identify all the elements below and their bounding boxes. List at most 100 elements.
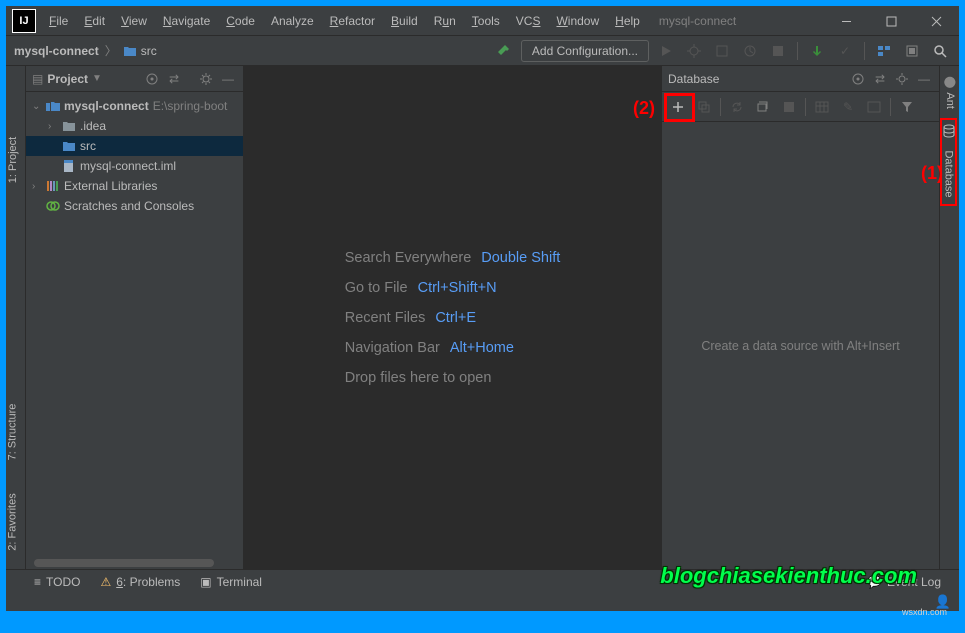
menu-tools[interactable]: Tools xyxy=(465,6,507,36)
tree-label: mysql-connect.iml xyxy=(80,159,176,173)
project-tool-window: ▤ Project ▼ ⇄ — ⌄ mysql-connect E:\sprin… xyxy=(26,66,244,569)
menu-build[interactable]: Build xyxy=(384,6,425,36)
menu-vcs[interactable]: VCS xyxy=(509,6,548,36)
menu-refactor[interactable]: Refactor xyxy=(323,6,382,36)
gear-icon[interactable] xyxy=(197,70,215,88)
right-tool-strip: ⬤ Ant Database xyxy=(939,66,959,569)
ide-window: IJ File Edit View Navigate Code Analyze … xyxy=(6,6,959,611)
status-problems[interactable]: ⚠6: Problems xyxy=(90,575,190,589)
hide-icon[interactable]: — xyxy=(915,70,933,88)
folder-icon xyxy=(62,120,76,132)
tree-row-iml[interactable]: › mysql-connect.iml xyxy=(26,156,243,176)
edit-icon[interactable]: ✎ xyxy=(836,95,860,119)
expand-all-icon[interactable]: ⇄ xyxy=(165,70,183,88)
tree-path: E:\spring-boot xyxy=(153,99,228,113)
project-structure-icon[interactable] xyxy=(873,40,895,62)
menu-run[interactable]: Run xyxy=(427,6,463,36)
tree-row-project-root[interactable]: ⌄ mysql-connect E:\spring-boot xyxy=(26,96,243,116)
tree-label: Scratches and Consoles xyxy=(64,199,194,213)
status-todo[interactable]: ≡TODO xyxy=(14,575,90,589)
annotation-label-2: (2) xyxy=(633,98,655,119)
maximize-button[interactable] xyxy=(869,6,914,36)
project-panel-title[interactable]: Project ▼ xyxy=(47,72,139,86)
tree-row-scratches[interactable]: › Scratches and Consoles xyxy=(26,196,243,216)
database-tool-window: Database ⇄ — ✎ xyxy=(661,66,939,569)
chevron-right-icon: 〉 xyxy=(105,42,117,59)
tree-row-idea[interactable]: › .idea xyxy=(26,116,243,136)
expand-icon[interactable]: ⇄ xyxy=(871,70,889,88)
duplicate-icon[interactable] xyxy=(692,95,716,119)
menu-window[interactable]: Window xyxy=(549,6,606,36)
menu-navigate[interactable]: Navigate xyxy=(156,6,217,36)
folder-icon xyxy=(123,45,137,57)
horizontal-scrollbar-thumb[interactable] xyxy=(34,559,214,567)
hide-icon[interactable]: — xyxy=(219,70,237,88)
project-tree[interactable]: ⌄ mysql-connect E:\spring-boot › .idea ›… xyxy=(26,92,243,569)
tree-row-src[interactable]: › src xyxy=(26,136,243,156)
run-icon[interactable] xyxy=(655,40,677,62)
breadcrumb: mysql-connect 〉 src xyxy=(14,42,157,59)
tree-row-external-libraries[interactable]: › External Libraries xyxy=(26,176,243,196)
jump-to-console-icon[interactable] xyxy=(751,95,775,119)
ddl-icon[interactable] xyxy=(862,95,886,119)
database-toolbar: ✎ xyxy=(662,92,939,122)
refresh-icon[interactable] xyxy=(725,95,749,119)
project-view-icon: ▤ xyxy=(32,72,43,86)
tool-tab-database[interactable]: Database xyxy=(940,118,957,206)
separator xyxy=(864,42,865,60)
stop-icon[interactable] xyxy=(767,40,789,62)
chevron-down-icon: ⌄ xyxy=(32,101,42,112)
tree-label: External Libraries xyxy=(64,179,157,193)
table-icon[interactable] xyxy=(810,95,834,119)
tool-tab-project[interactable]: 1: Project xyxy=(7,137,19,183)
bottom-strip: 👤 xyxy=(6,593,959,611)
blog-watermark: blogchiasekienthuc.com xyxy=(660,563,917,589)
title-project-name: mysql-connect xyxy=(659,14,736,28)
database-panel-body: Create a data source with Alt+Insert xyxy=(662,122,939,569)
menu-file[interactable]: File xyxy=(42,6,75,36)
status-terminal[interactable]: ▣Terminal xyxy=(190,575,272,589)
breadcrumb-root[interactable]: mysql-connect xyxy=(14,44,99,58)
menu-code[interactable]: Code xyxy=(219,6,262,36)
hide-windows-icon[interactable] xyxy=(901,40,923,62)
profile-icon[interactable] xyxy=(739,40,761,62)
menu-view[interactable]: View xyxy=(114,6,154,36)
todo-icon: ≡ xyxy=(34,575,41,589)
site-watermark: wsxdn.com xyxy=(902,607,947,617)
menu-analyze[interactable]: Analyze xyxy=(264,6,321,36)
vcs-commit-icon[interactable]: ✓ xyxy=(834,40,856,62)
tree-label: mysql-connect xyxy=(64,99,149,113)
tip-shortcut: Ctrl+Shift+N xyxy=(418,280,497,296)
close-button[interactable] xyxy=(914,6,959,36)
tree-label: .idea xyxy=(80,119,106,133)
chevron-right-icon: › xyxy=(32,181,42,192)
menu-edit[interactable]: Edit xyxy=(77,6,112,36)
build-hammer-icon[interactable] xyxy=(493,40,515,62)
tool-tab-favorites[interactable]: 2: Favorites xyxy=(7,493,19,550)
coverage-icon[interactable] xyxy=(711,40,733,62)
breadcrumb-item[interactable]: src xyxy=(123,44,157,58)
collapse-all-icon[interactable] xyxy=(187,70,193,88)
add-configuration-button[interactable]: Add Configuration... xyxy=(521,40,649,62)
database-panel-header: Database ⇄ — xyxy=(662,66,939,92)
tip-label: Navigation Bar xyxy=(345,340,440,356)
window-controls xyxy=(824,6,959,35)
terminal-icon: ▣ xyxy=(200,575,211,589)
database-panel-title: Database xyxy=(668,72,845,86)
scroll-from-source-icon[interactable] xyxy=(849,70,867,88)
debug-icon[interactable] xyxy=(683,40,705,62)
vcs-update-icon[interactable] xyxy=(806,40,828,62)
editor-area[interactable]: Search Everywhere Double Shift Go to Fil… xyxy=(244,66,661,569)
ant-icon: ⬤ xyxy=(944,76,957,88)
tool-tab-ant[interactable]: ⬤ Ant xyxy=(944,76,957,109)
search-icon[interactable] xyxy=(929,40,951,62)
project-panel-header: ▤ Project ▼ ⇄ — xyxy=(26,66,243,92)
stop-icon[interactable] xyxy=(777,95,801,119)
filter-icon[interactable] xyxy=(895,95,919,119)
select-open-file-icon[interactable] xyxy=(143,70,161,88)
tip-shortcut: Alt+Home xyxy=(450,340,514,356)
tool-tab-structure[interactable]: 7: Structure xyxy=(6,404,18,461)
menu-help[interactable]: Help xyxy=(608,6,647,36)
minimize-button[interactable] xyxy=(824,6,869,36)
gear-icon[interactable] xyxy=(893,70,911,88)
